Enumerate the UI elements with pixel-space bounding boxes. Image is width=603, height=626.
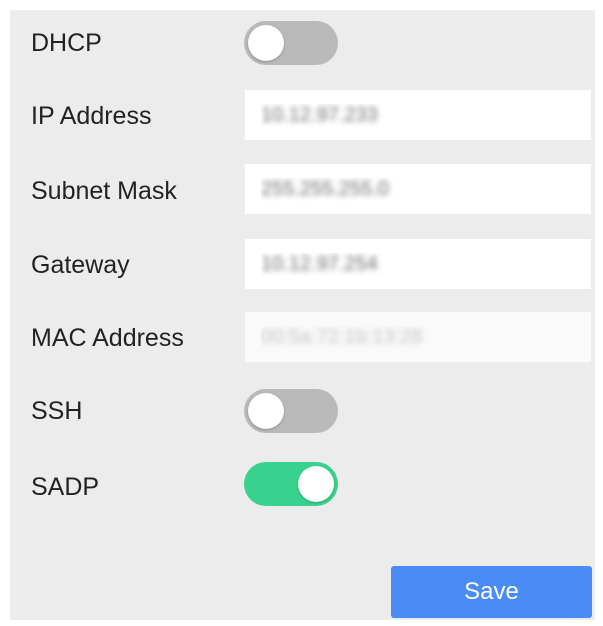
dhcp-toggle[interactable] <box>244 21 338 65</box>
dhcp-toggle-knob <box>248 25 284 61</box>
gateway-label: Gateway <box>31 251 130 279</box>
ssh-toggle-knob <box>248 393 284 429</box>
ip-address-field[interactable] <box>245 90 591 140</box>
save-button[interactable]: Save <box>391 566 592 618</box>
dhcp-label: DHCP <box>31 29 102 57</box>
ssh-label: SSH <box>31 397 83 425</box>
sadp-toggle-knob <box>298 466 334 502</box>
subnet-mask-label: Subnet Mask <box>31 177 177 205</box>
network-settings-panel: DHCP IP Address Subnet Mask Gateway MAC … <box>10 10 595 620</box>
mac-address-field <box>245 312 591 362</box>
ip-address-label: IP Address <box>31 102 152 130</box>
gateway-field[interactable] <box>245 239 591 289</box>
sadp-toggle[interactable] <box>244 462 338 506</box>
subnet-mask-field[interactable] <box>245 164 591 214</box>
mac-address-label: MAC Address <box>31 324 184 352</box>
sadp-label: SADP <box>31 473 100 501</box>
ssh-toggle[interactable] <box>244 389 338 433</box>
